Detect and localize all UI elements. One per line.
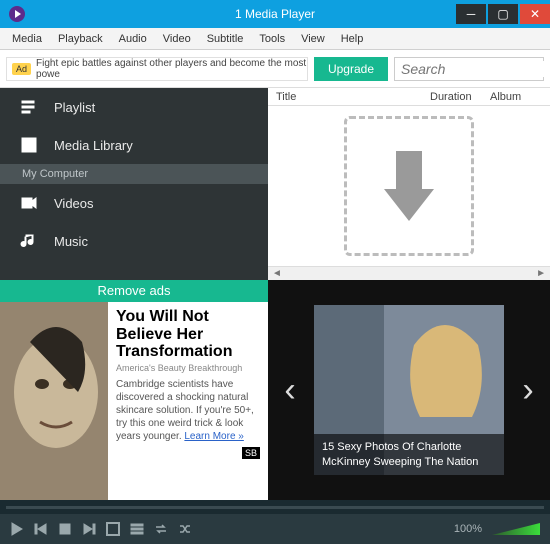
- carousel-prev-button[interactable]: ‹: [272, 372, 308, 408]
- sidebar-item-label: My Computer: [22, 168, 88, 180]
- ad-panel-right: ‹ 15 Sexy Photos Of Charlotte McKinney S…: [268, 280, 550, 500]
- ad-source-badge: SB: [242, 447, 260, 459]
- menu-audio[interactable]: Audio: [111, 33, 155, 45]
- playlist-toggle-button[interactable]: [130, 522, 144, 536]
- app-logo-icon: [8, 5, 26, 23]
- sidebar-item-label: Music: [54, 234, 88, 249]
- ad-learn-more-link[interactable]: Learn More »: [184, 431, 243, 442]
- carousel-next-button[interactable]: ›: [510, 372, 546, 408]
- music-icon: [20, 232, 38, 250]
- menu-video[interactable]: Video: [155, 33, 199, 45]
- content-pane: Title Duration Album ◄►: [268, 88, 550, 280]
- prev-button[interactable]: [34, 522, 48, 536]
- ad-text: Fight epic battles against other players…: [36, 58, 307, 80]
- search-box[interactable]: [394, 57, 544, 81]
- ad-headline: You Will Not Believe Her Transformation: [116, 308, 260, 361]
- menu-view[interactable]: View: [293, 33, 333, 45]
- minimize-button[interactable]: ─: [456, 4, 486, 24]
- menu-media[interactable]: Media: [4, 33, 50, 45]
- menu-tools[interactable]: Tools: [251, 33, 293, 45]
- play-button[interactable]: [10, 522, 24, 536]
- col-album[interactable]: Album: [490, 91, 550, 103]
- col-title[interactable]: Title: [268, 91, 430, 103]
- ad-image[interactable]: [0, 302, 108, 505]
- shuffle-button[interactable]: [178, 522, 192, 536]
- video-icon: [20, 194, 38, 212]
- next-button[interactable]: [82, 522, 96, 536]
- maximize-button[interactable]: ▢: [488, 4, 518, 24]
- ad-banner[interactable]: Ad Fight epic battles against other play…: [6, 57, 308, 81]
- sidebar-item-videos[interactable]: Videos: [0, 184, 268, 222]
- search-input[interactable]: [401, 61, 550, 77]
- stop-button[interactable]: [58, 522, 72, 536]
- fullscreen-button[interactable]: [106, 522, 120, 536]
- sidebar-item-label: Videos: [54, 196, 94, 211]
- column-headers: Title Duration Album: [268, 88, 550, 106]
- remove-ads-button[interactable]: Remove ads: [0, 280, 268, 302]
- top-toolbar: Ad Fight epic battles against other play…: [0, 50, 550, 88]
- volume-percent: 100%: [454, 523, 482, 535]
- menubar: Media Playback Audio Video Subtitle Tool…: [0, 28, 550, 50]
- sidebar-item-music[interactable]: Music: [0, 222, 268, 260]
- col-duration[interactable]: Duration: [430, 91, 490, 103]
- menu-playback[interactable]: Playback: [50, 33, 111, 45]
- download-arrow-icon: [374, 146, 444, 226]
- playlist-icon: [20, 98, 38, 116]
- ad-subheadline: America's Beauty Breakthrough: [116, 363, 260, 375]
- player-controls: 100%: [0, 514, 550, 544]
- close-button[interactable]: ✕: [520, 4, 550, 24]
- sidebar: Playlist Media Library My Computer Video…: [0, 88, 268, 280]
- sidebar-item-mycomputer[interactable]: My Computer: [0, 164, 268, 184]
- drop-zone[interactable]: [268, 106, 550, 266]
- ad-text-block[interactable]: You Will Not Believe Her Transformation …: [108, 302, 268, 505]
- sidebar-item-playlist[interactable]: Playlist: [0, 88, 268, 126]
- horizontal-scrollbar[interactable]: ◄►: [268, 266, 550, 280]
- menu-help[interactable]: Help: [333, 33, 372, 45]
- window-title: 1 Media Player: [235, 7, 315, 21]
- sidebar-item-label: Playlist: [54, 100, 95, 115]
- ad-badge: Ad: [12, 63, 31, 75]
- sidebar-item-library[interactable]: Media Library: [0, 126, 268, 164]
- repeat-button[interactable]: [154, 522, 168, 536]
- carousel-image[interactable]: 15 Sexy Photos Of Charlotte McKinney Swe…: [314, 305, 504, 475]
- titlebar: 1 Media Player ─ ▢ ✕: [0, 0, 550, 28]
- ad-panel-left: Remove ads You Will Not Believe Her Tran…: [0, 280, 268, 500]
- upgrade-button[interactable]: Upgrade: [314, 57, 388, 81]
- menu-subtitle[interactable]: Subtitle: [199, 33, 252, 45]
- carousel-caption: 15 Sexy Photos Of Charlotte McKinney Swe…: [314, 434, 504, 475]
- progress-bar[interactable]: [0, 500, 550, 514]
- volume-slider[interactable]: [492, 523, 540, 535]
- library-icon: [20, 136, 38, 154]
- sidebar-item-label: Media Library: [54, 138, 133, 153]
